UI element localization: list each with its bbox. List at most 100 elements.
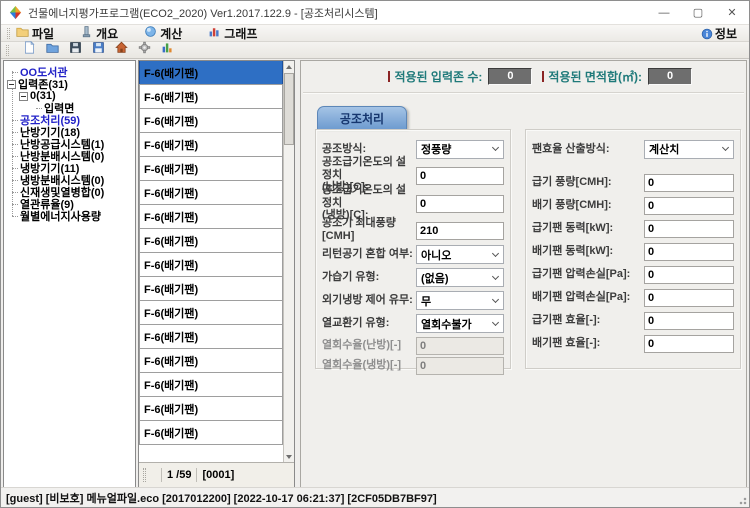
item-list-panel: F-6(배기팬)F-6(배기팬)F-6(배기팬)F-6(배기팬)F-6(배기팬)… bbox=[138, 60, 295, 488]
menu-item-calc[interactable]: 계산 bbox=[144, 25, 182, 42]
settings-button[interactable] bbox=[137, 43, 151, 57]
minimize-button[interactable]: — bbox=[647, 1, 681, 24]
fan-field-input[interactable] bbox=[644, 220, 734, 238]
fan-field-input[interactable] bbox=[644, 174, 734, 192]
scroll-up-arrow[interactable] bbox=[284, 61, 294, 72]
home-icon bbox=[115, 41, 128, 59]
list-item[interactable]: F-6(배기팬) bbox=[139, 84, 283, 109]
chevron-down-icon bbox=[722, 144, 729, 151]
list-item[interactable]: F-6(배기팬) bbox=[139, 300, 283, 325]
list-item[interactable]: F-6(배기팬) bbox=[139, 372, 283, 397]
menubar-grip bbox=[7, 28, 10, 39]
list-item-label: F-6(배기팬) bbox=[144, 209, 198, 225]
app-logo-icon bbox=[8, 5, 23, 20]
fan-field-input[interactable] bbox=[644, 289, 734, 307]
form-row: 급기 풍량[CMH]: bbox=[532, 171, 734, 194]
fan-field-input[interactable] bbox=[644, 266, 734, 284]
form-row: 공조급기온도의 설정치 (냉방)[C]: bbox=[322, 189, 504, 217]
save-button[interactable] bbox=[68, 43, 82, 57]
air-handling-field-select[interactable]: 무 bbox=[416, 291, 504, 310]
save-icon bbox=[69, 41, 82, 59]
list-item[interactable]: F-6(배기팬) bbox=[139, 324, 283, 349]
form-row: 급기팬 압력손실[Pa]: bbox=[532, 263, 734, 286]
info-button[interactable]: 정보 bbox=[701, 25, 737, 42]
home-button[interactable] bbox=[114, 43, 128, 57]
field-label: 급기팬 효율[-]: bbox=[532, 314, 644, 327]
toolbar bbox=[1, 42, 749, 59]
chart-button[interactable] bbox=[160, 43, 174, 57]
list-item[interactable]: F-6(배기팬) bbox=[139, 276, 283, 301]
tab-air-handling[interactable]: 공조처리 bbox=[317, 106, 407, 129]
list-item[interactable]: F-6(배기팬) bbox=[139, 132, 283, 157]
footer-grip bbox=[143, 468, 146, 482]
collapse-icon[interactable] bbox=[19, 92, 28, 101]
field-label: 가습기 유형: bbox=[322, 271, 416, 284]
air-handling-field-input[interactable] bbox=[416, 195, 504, 213]
resize-grip[interactable] bbox=[737, 495, 747, 505]
air-handling-field-select[interactable]: 아니오 bbox=[416, 245, 504, 264]
chevron-down-icon bbox=[492, 295, 499, 302]
list-item[interactable]: F-6(배기팬) bbox=[139, 61, 283, 85]
air-handling-field-input[interactable] bbox=[416, 222, 504, 240]
list-item-label: F-6(배기팬) bbox=[144, 425, 198, 441]
open-folder-icon bbox=[46, 41, 59, 59]
form-row: 가습기 유형:(없음) bbox=[322, 266, 504, 289]
menubar: 파일 개요 계산 그래프 정보 bbox=[1, 24, 749, 42]
fan-field-select[interactable]: 계산치 bbox=[644, 140, 734, 159]
field-label: 배기팬 동력[kW]: bbox=[532, 245, 644, 258]
scrollbar-thumb[interactable] bbox=[284, 73, 294, 145]
list-item[interactable]: F-6(배기팬) bbox=[139, 228, 283, 253]
list-item[interactable]: F-6(배기팬) bbox=[139, 420, 283, 445]
list-item[interactable]: F-6(배기팬) bbox=[139, 156, 283, 181]
applied-area-value: 0 bbox=[648, 68, 692, 85]
scroll-down-arrow[interactable] bbox=[284, 451, 294, 462]
form-row: 배기팬 압력손실[Pa]: bbox=[532, 286, 734, 309]
field-label: 열회수율(냉방)[-] bbox=[322, 359, 416, 372]
menu-item-overview[interactable]: 개요 bbox=[80, 25, 118, 42]
list-item-label: F-6(배기팬) bbox=[144, 89, 198, 105]
list-item[interactable]: F-6(배기팬) bbox=[139, 204, 283, 229]
fan-field-input[interactable] bbox=[644, 243, 734, 261]
chevron-down-icon bbox=[492, 318, 499, 325]
status-text: [guest] [비보호] 메뉴얼파일.eco [2017012200] [20… bbox=[6, 490, 437, 506]
air-handling-field-select[interactable]: 열회수불가 bbox=[416, 314, 504, 333]
new-file-button[interactable] bbox=[22, 43, 36, 57]
form-row: 외기냉방 제어 유무:무 bbox=[322, 289, 504, 312]
close-button[interactable]: ✕ bbox=[715, 1, 749, 24]
project-tree: OO도서관입력존(31)0(31)입력면공조처리(59)난방기기(18)난방공급… bbox=[4, 61, 135, 222]
fan-field-input[interactable] bbox=[644, 312, 734, 330]
applied-zone-label: 적용된 입력존 수: bbox=[394, 68, 482, 85]
field-label: 리턴공기 혼합 여부: bbox=[322, 248, 416, 261]
fan-field-input[interactable] bbox=[644, 335, 734, 353]
list-item[interactable]: F-6(배기팬) bbox=[139, 252, 283, 277]
list-item-label: F-6(배기팬) bbox=[144, 281, 198, 297]
list-item[interactable]: F-6(배기팬) bbox=[139, 108, 283, 133]
maximize-button[interactable]: ▢ bbox=[681, 1, 715, 24]
list-item[interactable]: F-6(배기팬) bbox=[139, 396, 283, 421]
list-item-label: F-6(배기팬) bbox=[144, 185, 198, 201]
tree-item[interactable]: 입력존(31) bbox=[4, 78, 135, 90]
list-item-label: F-6(배기팬) bbox=[144, 377, 198, 393]
air-handling-field-input[interactable] bbox=[416, 167, 504, 185]
list-item-label: F-6(배기팬) bbox=[144, 401, 198, 417]
form-row: 팬효율 산출방식:계산치 bbox=[532, 137, 734, 161]
list-item-label: F-6(배기팬) bbox=[144, 137, 198, 153]
menu-item-file[interactable]: 파일 bbox=[16, 25, 54, 42]
air-handling-field-input bbox=[416, 337, 504, 355]
menu-item-graph[interactable]: 그래프 bbox=[208, 25, 257, 42]
air-handling-field-select[interactable]: (없음) bbox=[416, 268, 504, 287]
applied-summary-row: 적용된 입력존 수: 0 적용된 면적합(㎡): 0 bbox=[301, 61, 746, 91]
list-item[interactable]: F-6(배기팬) bbox=[139, 180, 283, 205]
save-as-button[interactable] bbox=[91, 43, 105, 57]
tree-item[interactable]: 월별에너지사용량 bbox=[4, 210, 135, 222]
fan-field-input[interactable] bbox=[644, 197, 734, 215]
open-folder-button[interactable] bbox=[45, 43, 59, 57]
menu-item-label: 계산 bbox=[160, 25, 182, 42]
red-tick bbox=[542, 71, 544, 82]
list-scrollbar[interactable] bbox=[283, 61, 294, 462]
list-item[interactable]: F-6(배기팬) bbox=[139, 348, 283, 373]
collapse-icon[interactable] bbox=[7, 80, 16, 89]
list-footer: 1 /59 [0001] bbox=[139, 462, 294, 487]
air-handling-field-select[interactable]: 정풍량 bbox=[416, 140, 504, 159]
field-label: 공조기 최대풍량[CMH] bbox=[322, 217, 416, 242]
